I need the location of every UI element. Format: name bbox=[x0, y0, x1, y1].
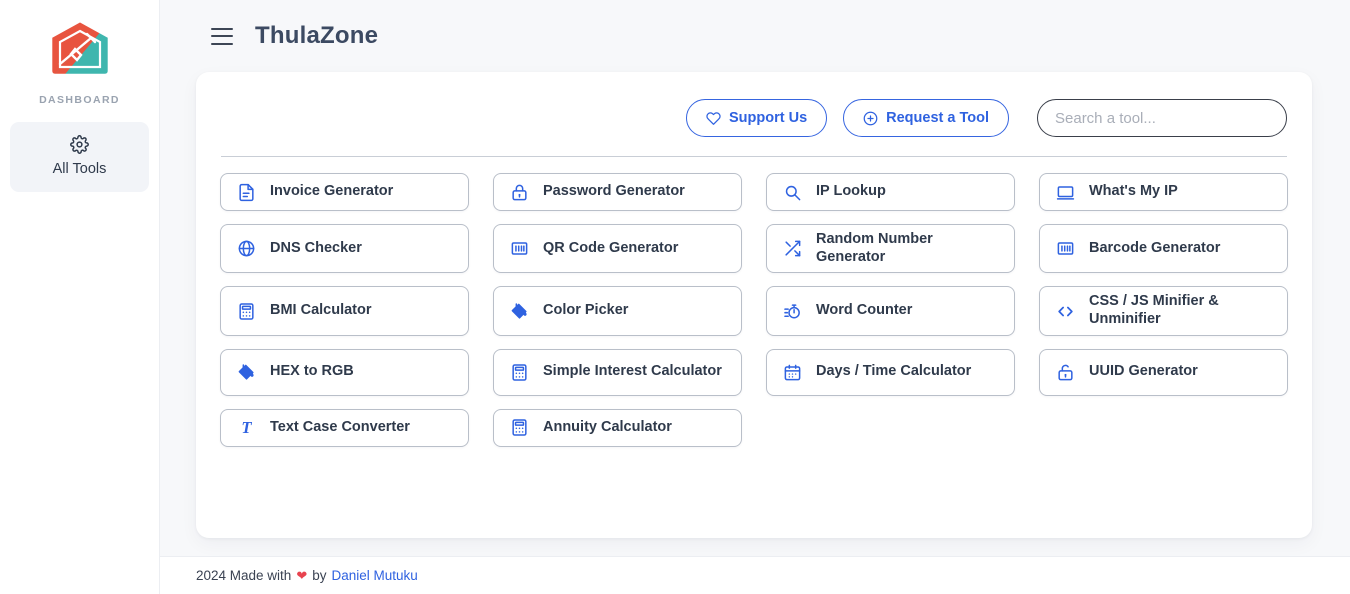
tool-button[interactable]: Annuity Calculator bbox=[493, 408, 742, 447]
tool-button[interactable]: BMI Calculator bbox=[220, 286, 469, 336]
lock-icon bbox=[510, 183, 529, 202]
tool-button-label: HEX to RGB bbox=[270, 363, 354, 380]
tool-button[interactable]: DNS Checker bbox=[220, 224, 469, 274]
footer-middle: by bbox=[312, 568, 327, 583]
barcode-icon bbox=[1056, 239, 1075, 258]
heart-icon bbox=[706, 111, 721, 126]
calculator-icon bbox=[237, 302, 256, 321]
gear-icon bbox=[70, 135, 89, 154]
heart-icon: ❤ bbox=[296, 567, 308, 583]
tool-button[interactable]: Word Counter bbox=[766, 286, 1015, 336]
tool-button-label: IP Lookup bbox=[816, 183, 886, 200]
tool-button[interactable]: HEX to RGB bbox=[220, 348, 469, 396]
tool-button[interactable]: CSS / JS Minifier & Unminifier bbox=[1039, 286, 1288, 336]
tool-button[interactable]: UUID Generator bbox=[1039, 348, 1288, 396]
tool-button-label: Annuity Calculator bbox=[543, 418, 672, 435]
search-input[interactable] bbox=[1037, 99, 1287, 137]
support-us-label: Support Us bbox=[729, 110, 808, 126]
tool-button-label: DNS Checker bbox=[270, 239, 362, 256]
tool-button[interactable]: QR Code Generator bbox=[493, 224, 742, 274]
tool-button-label: CSS / JS Minifier & Unminifier bbox=[1089, 293, 1219, 328]
globe-icon bbox=[237, 239, 256, 258]
tool-button-label: Word Counter bbox=[816, 302, 913, 319]
footer-author-link[interactable]: Daniel Mutuku bbox=[331, 568, 417, 583]
tool-button[interactable]: Color Picker bbox=[493, 286, 742, 336]
sidebar-item-label: All Tools bbox=[52, 161, 107, 177]
thulazone-house-tool-logo bbox=[45, 16, 115, 80]
tool-button[interactable]: Random Number Generator bbox=[766, 224, 1015, 274]
hamburger-menu-icon[interactable] bbox=[211, 27, 233, 45]
tool-button[interactable]: Simple Interest Calculator bbox=[493, 348, 742, 396]
tool-button-label: Invoice Generator bbox=[270, 183, 394, 200]
calculator-icon bbox=[510, 363, 529, 382]
tool-button[interactable]: Invoice Generator bbox=[220, 173, 469, 211]
request-a-tool-label: Request a Tool bbox=[886, 110, 989, 126]
stopwatch-icon bbox=[783, 302, 802, 321]
main-area: ThulaZone Support Us Request a Tool Sear… bbox=[160, 0, 1350, 594]
tool-button-label: BMI Calculator bbox=[270, 302, 372, 319]
sidebar-section-label: DASHBOARD bbox=[39, 94, 120, 106]
tools-card: Support Us Request a Tool Invoice Genera… bbox=[196, 72, 1312, 538]
shuffle-icon bbox=[783, 239, 802, 258]
footer-prefix: 2024 Made with bbox=[196, 568, 292, 583]
code-brackets-icon bbox=[1056, 302, 1075, 321]
toolbar-divider bbox=[221, 156, 1287, 157]
tool-button-label: Color Picker bbox=[543, 302, 629, 319]
paint-bucket-icon bbox=[510, 302, 529, 321]
sidebar: DASHBOARD All Tools bbox=[0, 0, 160, 594]
plus-circle-icon bbox=[863, 111, 878, 126]
footer: 2024 Made with ❤ by Daniel Mutuku bbox=[160, 556, 1350, 594]
tool-button-label: Password Generator bbox=[543, 183, 685, 200]
tool-button[interactable]: Barcode Generator bbox=[1039, 224, 1288, 274]
tool-grid: Invoice Generator Password Generator IP Lo… bbox=[220, 173, 1288, 447]
page-title: ThulaZone bbox=[255, 22, 379, 49]
tool-button[interactable]: T Text Case Converter bbox=[220, 408, 469, 447]
paint-bucket-icon bbox=[237, 363, 256, 382]
calculator-icon bbox=[510, 418, 529, 437]
top-bar: ThulaZone bbox=[160, 0, 1350, 72]
tool-button[interactable]: IP Lookup bbox=[766, 173, 1015, 211]
tool-button-label: UUID Generator bbox=[1089, 363, 1198, 380]
request-a-tool-button[interactable]: Request a Tool bbox=[843, 99, 1009, 137]
document-icon bbox=[237, 183, 256, 202]
barcode-icon bbox=[510, 239, 529, 258]
tool-button-label: QR Code Generator bbox=[543, 239, 679, 256]
tool-button-label: Random Number Generator bbox=[816, 231, 933, 265]
support-us-button[interactable]: Support Us bbox=[686, 99, 828, 137]
tool-button[interactable]: What's My IP bbox=[1039, 173, 1288, 211]
tool-button-label: Days / Time Calculator bbox=[816, 363, 972, 380]
tool-button[interactable]: Password Generator bbox=[493, 173, 742, 211]
calendar-icon bbox=[783, 363, 802, 382]
search-icon bbox=[783, 183, 802, 202]
tool-button-label: Barcode Generator bbox=[1089, 239, 1221, 256]
text-format-icon: T bbox=[237, 418, 256, 437]
tool-button-label: Text Case Converter bbox=[270, 418, 410, 435]
tool-button-label: Simple Interest Calculator bbox=[543, 363, 722, 380]
sidebar-item-all-tools[interactable]: All Tools bbox=[10, 122, 149, 192]
unlock-icon bbox=[1056, 363, 1075, 382]
svg-text:T: T bbox=[241, 418, 252, 437]
tool-button[interactable]: Days / Time Calculator bbox=[766, 348, 1015, 396]
card-toolbar: Support Us Request a Tool bbox=[220, 99, 1288, 137]
monitor-icon bbox=[1056, 183, 1075, 202]
tool-button-label: What's My IP bbox=[1089, 183, 1178, 200]
